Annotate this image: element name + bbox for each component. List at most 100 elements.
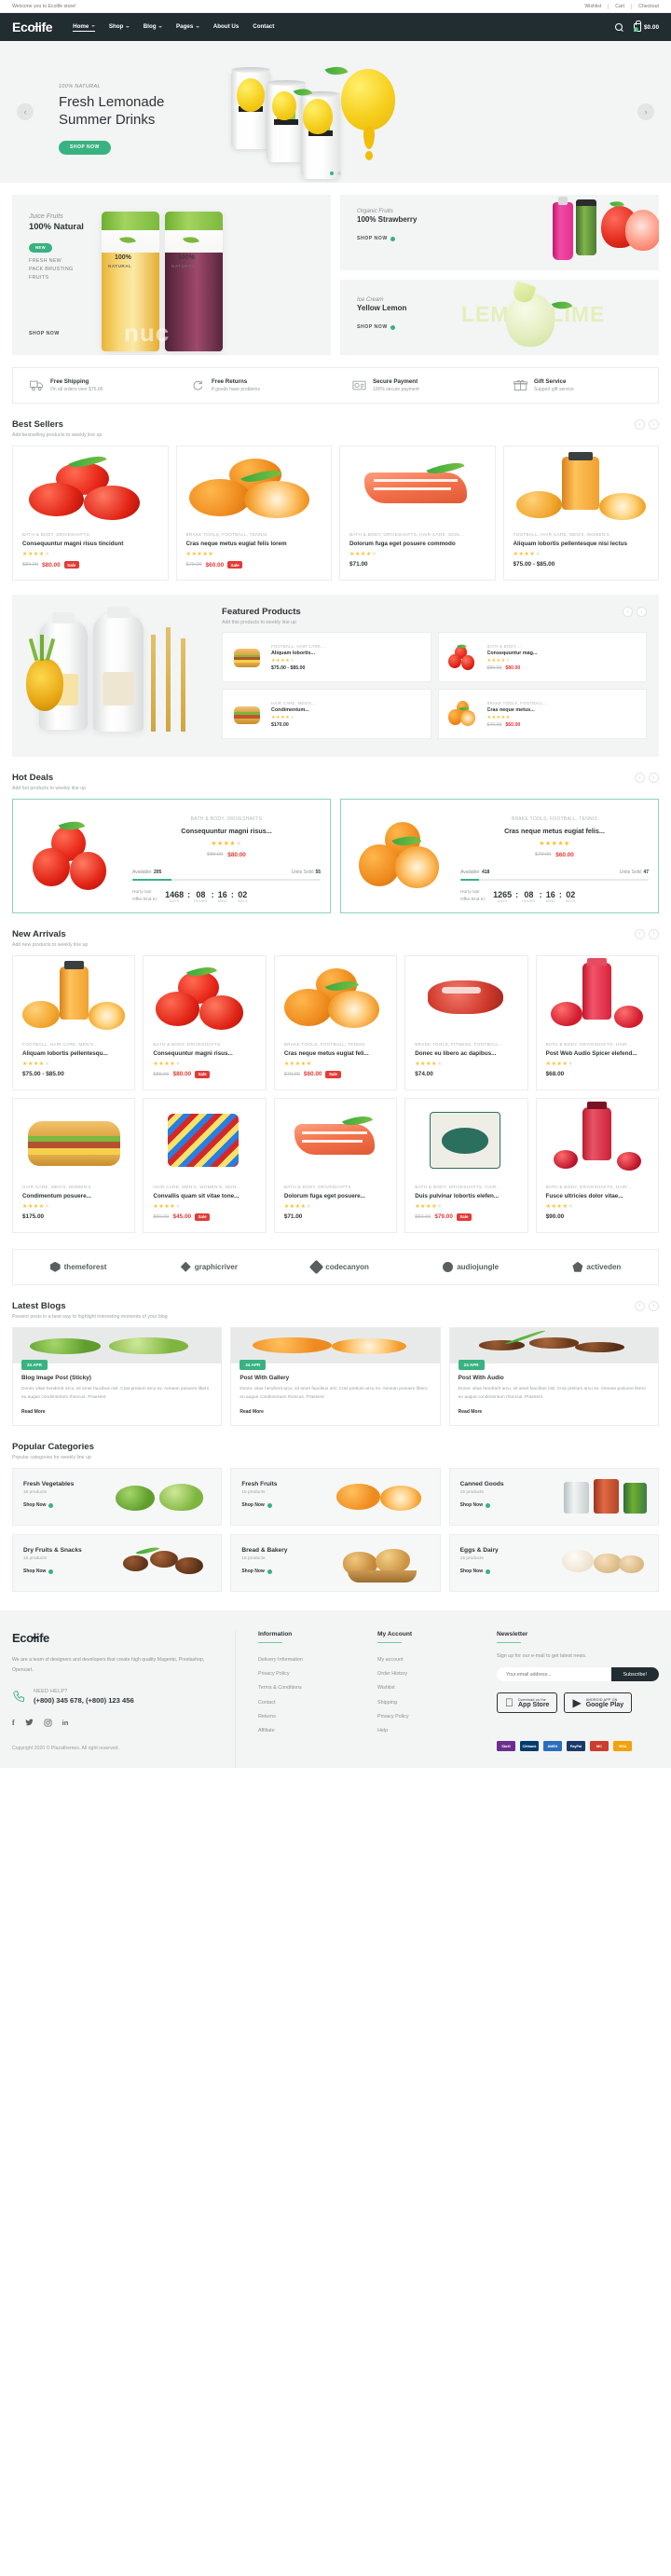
footer-link[interactable]: Shipping xyxy=(377,1695,474,1709)
brand-logo[interactable]: activeden xyxy=(572,1261,621,1272)
product-card[interactable]: BATH & BODY, DRIVESHAFTS Dolorum fuga ege… xyxy=(273,1097,398,1233)
carousel-prev-button[interactable]: ‹ xyxy=(635,773,645,783)
carousel-prev-button[interactable]: ‹ xyxy=(635,928,645,939)
facebook-icon[interactable]: f xyxy=(12,1719,15,1727)
footer-link[interactable]: Delivery Information xyxy=(258,1652,355,1666)
brand-logo[interactable]: graphicriver xyxy=(180,1261,238,1272)
product-card[interactable]: BATH & BODY, DRIVESHAFTS, HAIR... Post We… xyxy=(535,954,660,1090)
carousel-next-button[interactable]: › xyxy=(649,928,659,939)
blog-card[interactable]: 24 APR Blog Image Post (Sticky) Donec vita… xyxy=(12,1326,223,1427)
footer-link[interactable]: Help xyxy=(377,1723,474,1737)
carousel-prev-button[interactable]: ‹ xyxy=(635,1300,645,1311)
featured-product-card[interactable]: FOOTBALL, HAIR CARE,... Aliquam lobortis.… xyxy=(222,632,431,682)
product-card[interactable]: FOOTBALL, HAIR CARE, MEN'S, WOMEN'S Aliqu… xyxy=(502,445,659,581)
nav-item-pages[interactable]: Pages xyxy=(176,23,199,31)
footer-link[interactable]: Order History xyxy=(377,1667,474,1681)
category-card[interactable]: Canned Goods 15 products Shop Now xyxy=(448,1468,659,1527)
footer-link[interactable]: Privacy Policy xyxy=(377,1709,474,1723)
brand-logo[interactable]: audiojungle xyxy=(443,1261,499,1272)
instagram-icon[interactable] xyxy=(44,1719,52,1727)
carousel-prev-button[interactable]: ‹ xyxy=(623,607,633,617)
footer-link[interactable]: My account xyxy=(377,1652,474,1666)
category-shop-now-link[interactable]: Shop Now xyxy=(241,1502,272,1508)
category-shop-now-link[interactable]: Shop Now xyxy=(23,1502,54,1508)
blog-card[interactable]: 24 APR Post With Gallery Donec vitae hendr… xyxy=(230,1326,441,1427)
promo-shop-now-link[interactable]: SHOP NOW xyxy=(29,331,60,336)
hero-prev-arrow[interactable]: ‹ xyxy=(17,103,34,120)
product-card[interactable]: BRAKE TOOLS, FOOTBALL, TENNIS Cras neque … xyxy=(175,445,332,581)
blog-read-more-link[interactable]: Read More xyxy=(21,1409,46,1415)
brand-logo[interactable]: codecanyon xyxy=(308,1259,369,1275)
nav-item-blog[interactable]: Blog xyxy=(144,23,163,31)
featured-product-card[interactable]: BRAKE TOOLS, FOOTBALL... Cras neque metus… xyxy=(437,689,647,739)
hero-next-arrow[interactable]: › xyxy=(637,103,654,120)
nav-item-about-us[interactable]: About Us xyxy=(213,23,240,31)
promo-banner-juice-fruits[interactable]: Juice Fruits 100% Natural NEW FRESH NEW … xyxy=(12,195,331,355)
product-card[interactable]: HAIR CARE, MEN'S, WOMEN'S, SKIN... Conval… xyxy=(143,1097,267,1233)
category-card[interactable]: Bread & Bakery 15 products Shop Now xyxy=(230,1534,441,1593)
category-shop-now-link[interactable]: Shop Now xyxy=(23,1569,54,1574)
carousel-prev-button[interactable]: ‹ xyxy=(635,419,645,430)
blog-read-more-link[interactable]: Read More xyxy=(459,1409,483,1415)
nav-item-contact[interactable]: Contact xyxy=(253,23,274,31)
product-card[interactable]: BATH & BODY, DRIVESHAFTS Consequuntur mag… xyxy=(143,954,267,1090)
hero-shop-now-button[interactable]: SHOP NOW xyxy=(59,140,111,155)
product-name: Aliquam lobortis... xyxy=(271,650,316,656)
twitter-icon[interactable] xyxy=(25,1719,34,1727)
newsletter-email-input[interactable] xyxy=(497,1667,611,1682)
hero-dot-2[interactable] xyxy=(337,171,341,175)
footer-link[interactable]: Returns xyxy=(258,1709,355,1723)
newsletter-subscribe-button[interactable]: Subscribe! xyxy=(610,1667,659,1682)
hot-deal-card[interactable]: BATH & BODY, DRIVESHAFTS Consequuntur mag… xyxy=(12,799,331,913)
carousel-next-button[interactable]: › xyxy=(637,607,647,617)
category-shop-now-link[interactable]: Shop Now xyxy=(460,1502,491,1508)
carousel-next-button[interactable]: › xyxy=(649,1300,659,1311)
product-card[interactable]: BRAKE TOOLS, FITNESS, FOOTBALL... Donec e… xyxy=(404,954,528,1090)
hot-deal-card[interactable]: BRAKE TOOLS, FOOTBALL, TENNIS Cras neque … xyxy=(340,799,659,913)
carousel-next-button[interactable]: › xyxy=(649,773,659,783)
promo-shop-now-link[interactable]: SHOP NOW xyxy=(357,236,395,241)
checkout-link[interactable]: Checkout xyxy=(632,4,659,9)
footer-link[interactable]: Privacy Policy xyxy=(258,1667,355,1681)
product-card[interactable]: BATH & BODY, DRIVESHAFTS Consequuntur mag… xyxy=(12,445,169,581)
footer-link[interactable]: Terms & Conditions xyxy=(258,1681,355,1695)
category-card[interactable]: Fresh Vegetables 15 products Shop Now xyxy=(12,1468,223,1527)
wishlist-link[interactable]: Wishlist xyxy=(578,3,609,9)
cart-link[interactable]: Cart xyxy=(609,3,633,9)
brand-logo[interactable]: themeforest xyxy=(49,1261,106,1272)
category-card[interactable]: Fresh Fruits 15 products Shop Now xyxy=(230,1468,441,1527)
play-big: Google Play xyxy=(577,1701,623,1708)
blog-read-more-link[interactable]: Read More xyxy=(240,1409,264,1415)
product-card[interactable]: BATH & BODY, DRIVESHAFTS, HAIR CARE, SKI… xyxy=(339,445,496,581)
carousel-next-button[interactable]: › xyxy=(649,419,659,430)
footer-link[interactable]: Contact xyxy=(258,1695,355,1709)
hero-dot-1[interactable] xyxy=(330,171,334,175)
category-card[interactable]: Dry Fruits & Snacks 15 products Shop Now xyxy=(12,1534,223,1593)
site-logo[interactable]: Ecolife xyxy=(12,20,53,34)
google-play-badge[interactable]: ▶ ANDROID APP ON Google Play xyxy=(564,1692,633,1714)
promo-shop-now-link[interactable]: SHOP NOW xyxy=(357,324,395,330)
footer-logo[interactable]: Ecolife xyxy=(12,1631,211,1645)
linkedin-icon[interactable]: in xyxy=(62,1719,69,1727)
promo-banner-strawberry[interactable]: Organic Fruits 100% Strawberry SHOP NOW xyxy=(340,195,659,270)
nav-item-shop[interactable]: Shop xyxy=(109,23,130,31)
cart-widget[interactable]: 0 $0.00 xyxy=(633,21,659,32)
footer-link[interactable]: Wishlist xyxy=(377,1681,474,1695)
category-shop-now-link[interactable]: Shop Now xyxy=(460,1569,491,1574)
category-image xyxy=(325,1535,440,1591)
featured-product-card[interactable]: HAIR CARE, MEN'S,... Condimentum... ★★★★★ $… xyxy=(222,689,431,739)
promo-banner-ice-cream[interactable]: Ice Cream Yellow Lemon SHOP NOW LEMON LI… xyxy=(340,280,659,355)
nav-item-home[interactable]: Home xyxy=(73,23,95,32)
product-card[interactable]: HAIR CARE, MEN'S, WOMEN'S Condimentum pos… xyxy=(12,1097,136,1233)
blog-card[interactable]: 24 APR Post With Audio Donec vitae hendrer… xyxy=(448,1326,659,1427)
product-card[interactable]: BATH & BODY, DRIVESHAFTS, HAIR... Duis pu… xyxy=(404,1097,528,1233)
product-card[interactable]: BRAKE TOOLS, FOOTBALL, TENNIS Cras neque … xyxy=(273,954,398,1090)
featured-product-card[interactable]: BATH & BODY,... Consequuntur mag... ★★★★★ $… xyxy=(437,632,647,682)
footer-link[interactable]: Affiliate xyxy=(258,1723,355,1737)
product-card[interactable]: BATH & BODY, DRIVESHAFTS, HAIR... Fusce u… xyxy=(535,1097,660,1233)
app-store-badge[interactable]:  Download on the App Store xyxy=(497,1692,558,1714)
product-card[interactable]: FOOTBALL, HAIR CARE, MEN'S... Aliquam lob… xyxy=(12,954,136,1090)
category-card[interactable]: Eggs & Dairy 15 products Shop Now xyxy=(448,1534,659,1593)
category-shop-now-link[interactable]: Shop Now xyxy=(241,1569,272,1574)
search-icon[interactable] xyxy=(615,23,623,31)
